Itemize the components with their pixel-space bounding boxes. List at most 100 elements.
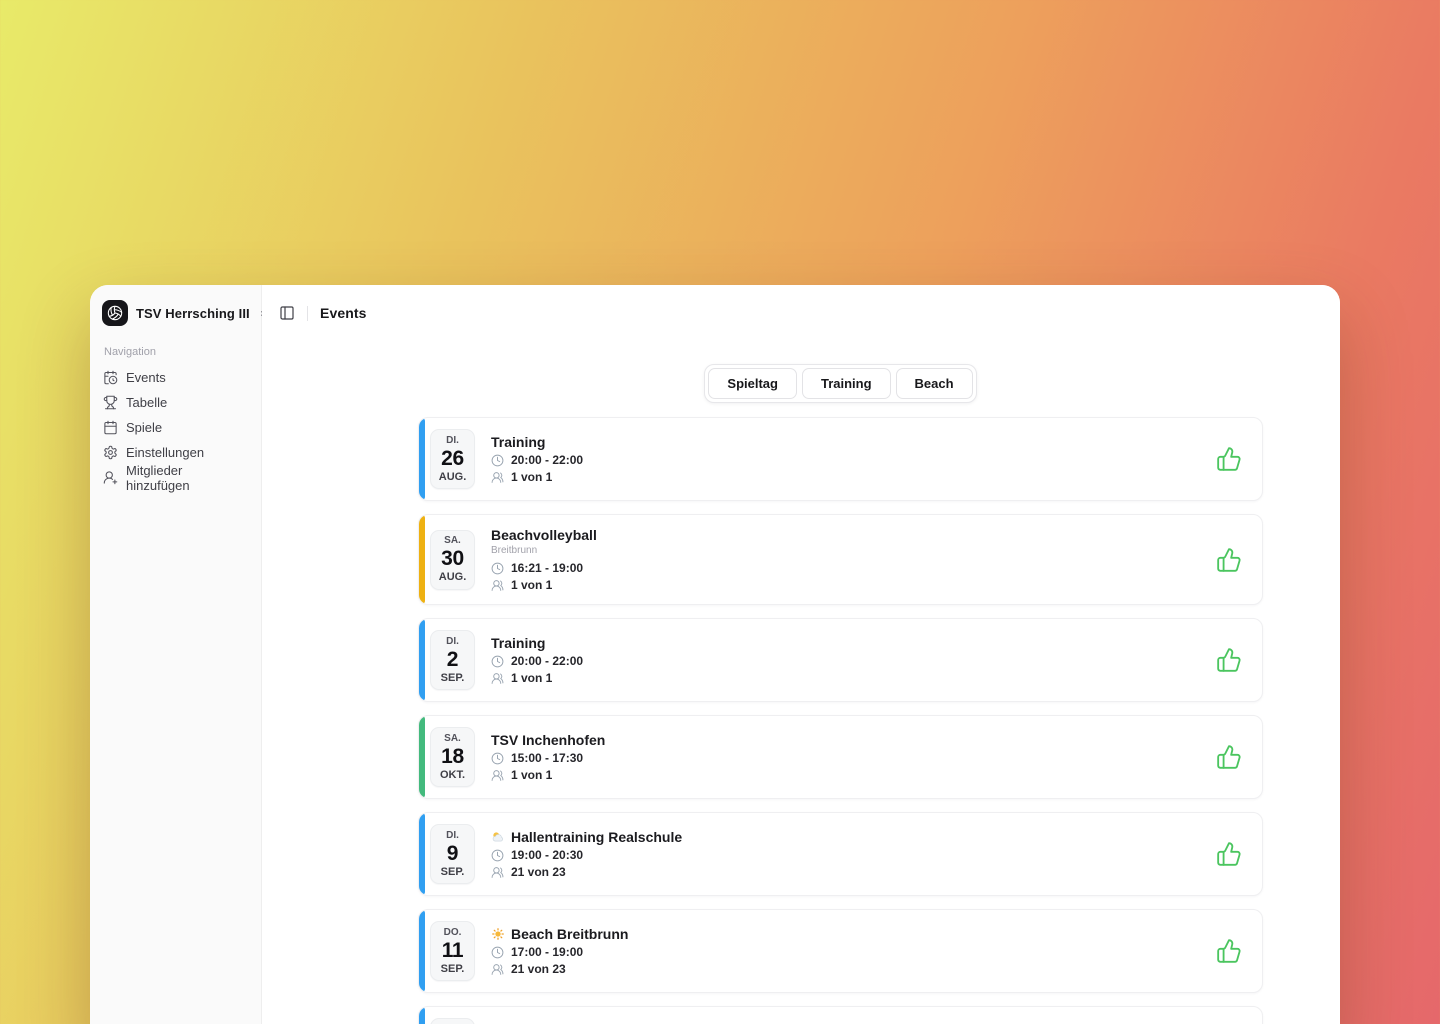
trophy-icon [103, 395, 118, 410]
event-attendance-row: 21 von 23 [491, 961, 628, 977]
event-attendance: 21 von 23 [511, 961, 566, 977]
event-attendance: 1 von 1 [511, 577, 552, 593]
clock-icon [491, 562, 504, 575]
event-accent-bar [419, 716, 425, 798]
event-title: Beachvolleyball [491, 526, 597, 544]
team-switcher[interactable]: TSV Herrsching III [102, 299, 249, 327]
sun-behind-cloud-icon [491, 830, 505, 844]
event-attendance: 1 von 1 [511, 469, 552, 485]
event-attendance: 1 von 1 [511, 670, 552, 686]
user-plus-icon [103, 470, 118, 485]
sun-icon [491, 927, 505, 941]
event-list: DI. 26 AUG. Training 20:00 - 22:00 1 [418, 417, 1263, 1024]
volleyball-logo-icon [102, 300, 128, 326]
event-time: 16:21 - 19:00 [511, 560, 583, 576]
event-date-box: DO. 11 SEP. [430, 921, 475, 981]
sidebar-item-mitglieder-hinzufuegen[interactable]: Mitglieder hinzufügen [102, 465, 249, 490]
filter-button-spieltag[interactable]: Spieltag [708, 368, 797, 399]
event-subtitle: Breitbrunn [491, 544, 597, 557]
event-time: 15:00 - 17:30 [511, 750, 583, 766]
event-month: SEP. [441, 963, 465, 976]
event-attendance-row: 1 von 1 [491, 469, 583, 485]
users-icon [491, 471, 504, 484]
sidebar-toggle-icon[interactable] [279, 305, 295, 321]
sidebar-item-tabelle[interactable]: Tabelle [102, 390, 249, 415]
event-date-box: DI. 26 AUG. [430, 429, 475, 489]
sidebar-item-spiele[interactable]: Spiele [102, 415, 249, 440]
event-info: Training 20:00 - 22:00 1 von 1 [491, 634, 583, 686]
sidebar-item-label: Tabelle [126, 395, 167, 410]
event-day: 26 [441, 447, 464, 471]
event-card[interactable]: SA. 30 AUG. Beachvolleyball Breitbrunn 1… [418, 514, 1263, 605]
event-card[interactable]: DI. 26 AUG. Training 20:00 - 22:00 1 [418, 417, 1263, 501]
event-weekday: SA. [444, 535, 461, 547]
thumbs-up-button[interactable] [1216, 446, 1242, 472]
event-title: Beach Breitbrunn [511, 925, 628, 943]
event-attendance-row: 1 von 1 [491, 767, 605, 783]
event-weekday: SA. [444, 733, 461, 745]
event-day: 11 [442, 939, 464, 963]
event-card[interactable]: DO. 11 Hallentraining Realschule 19:00 -… [418, 1006, 1263, 1024]
event-time-row: 20:00 - 22:00 [491, 653, 583, 669]
event-info: Training 20:00 - 22:00 1 von 1 [491, 433, 583, 485]
event-attendance-row: 1 von 1 [491, 577, 597, 593]
page-title: Events [320, 305, 367, 321]
app-window: TSV Herrsching III Navigation Events Tab… [90, 285, 1340, 1024]
event-card[interactable]: SA. 18 OKT. TSV Inchenhofen 15:00 - 17:3… [418, 715, 1263, 799]
team-name: TSV Herrsching III [136, 306, 250, 321]
event-card[interactable]: DI. 2 SEP. Training 20:00 - 22:00 1 [418, 618, 1263, 702]
thumbs-up-button[interactable] [1216, 841, 1242, 867]
filter-button-training[interactable]: Training [802, 368, 891, 399]
event-month: AUG. [439, 571, 467, 584]
event-filter-group: Spieltag Training Beach [704, 364, 976, 403]
event-title: Hallentraining Realschule [511, 828, 682, 846]
event-info: Beach Breitbrunn 17:00 - 19:00 21 von 23 [491, 925, 628, 977]
thumbs-up-button[interactable] [1216, 744, 1242, 770]
event-date-box: SA. 30 AUG. [430, 530, 475, 590]
event-time: 17:00 - 19:00 [511, 944, 583, 960]
event-time: 20:00 - 22:00 [511, 653, 583, 669]
event-date-box: DO. 11 [430, 1018, 475, 1024]
event-weekday: DI. [446, 636, 459, 648]
calendar-icon [103, 420, 118, 435]
event-time-row: 20:00 - 22:00 [491, 452, 583, 468]
thumbs-up-button[interactable] [1216, 547, 1242, 573]
main-panel: Events Spieltag Training Beach DI. 26 AU… [262, 285, 1340, 1024]
event-card[interactable]: DI. 9 SEP. Hallentraining Realschule 19:… [418, 812, 1263, 896]
event-accent-bar [419, 619, 425, 701]
gear-icon [103, 445, 118, 460]
event-weekday: DO. [444, 927, 462, 939]
sidebar-item-label: Spiele [126, 420, 162, 435]
main-header: Events [262, 285, 1340, 341]
event-attendance-row: 21 von 23 [491, 864, 682, 880]
thumbs-up-button[interactable] [1216, 647, 1242, 673]
event-date-box: DI. 2 SEP. [430, 630, 475, 690]
clock-icon [491, 946, 504, 959]
event-card[interactable]: DO. 11 SEP. Beach Breitbrunn 17:00 - 19:… [418, 909, 1263, 993]
event-weekday: DI. [446, 435, 459, 447]
sidebar-item-einstellungen[interactable]: Einstellungen [102, 440, 249, 465]
sidebar: TSV Herrsching III Navigation Events Tab… [90, 285, 262, 1024]
event-time-row: 17:00 - 19:00 [491, 944, 628, 960]
event-day: 18 [441, 745, 464, 769]
event-day: 30 [441, 547, 464, 571]
content-area: Spieltag Training Beach DI. 26 AUG. Trai… [262, 341, 1340, 1024]
clock-icon [491, 655, 504, 668]
event-accent-bar [419, 1007, 425, 1024]
event-title: Training [491, 433, 545, 451]
thumbs-up-button[interactable] [1216, 938, 1242, 964]
clock-icon [491, 849, 504, 862]
filter-button-beach[interactable]: Beach [896, 368, 973, 399]
header-divider [307, 306, 308, 321]
clock-icon [491, 454, 504, 467]
event-attendance: 1 von 1 [511, 767, 552, 783]
event-weekday: DI. [446, 830, 459, 842]
sidebar-item-label: Einstellungen [126, 445, 204, 460]
clock-icon [491, 752, 504, 765]
event-time-row: 15:00 - 17:30 [491, 750, 605, 766]
event-accent-bar [419, 515, 425, 604]
event-day: 2 [447, 648, 458, 672]
sidebar-item-events[interactable]: Events [102, 365, 249, 390]
event-accent-bar [419, 813, 425, 895]
users-icon [491, 579, 504, 592]
